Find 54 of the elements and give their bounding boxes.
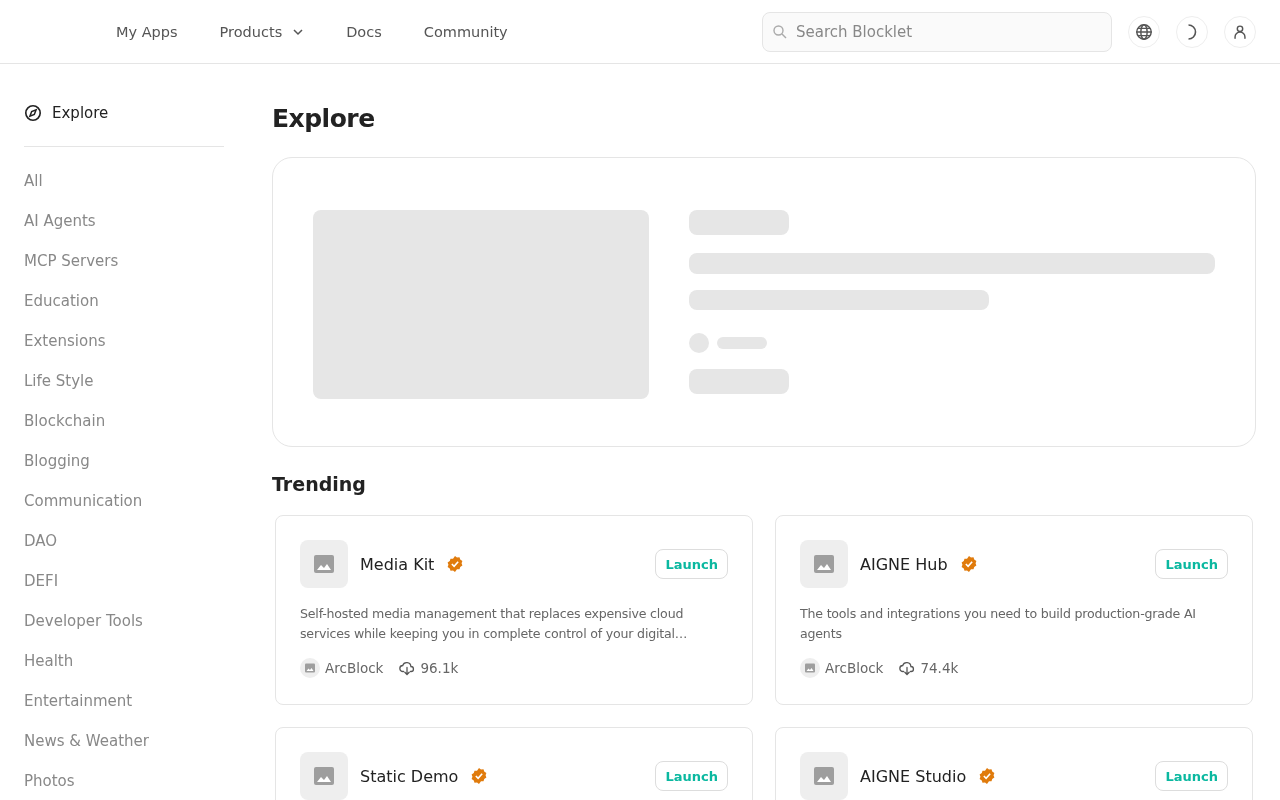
section-heading: Trending bbox=[272, 473, 367, 495]
app-description: Self-hosted media management that replaces expensive cloud services while keeping you in complete control of your digital… bbox=[300, 605, 689, 643]
category-item[interactable]: Entertainment bbox=[24, 681, 133, 721]
image-icon bbox=[812, 552, 836, 576]
category-item[interactable]: Life Style bbox=[24, 361, 94, 401]
image-icon bbox=[312, 764, 336, 788]
category-item[interactable]: AI Agents bbox=[24, 201, 96, 241]
search-icon bbox=[772, 23, 788, 40]
theme-button[interactable] bbox=[1176, 15, 1208, 48]
search-field[interactable]: Search Blocklet bbox=[762, 11, 1112, 52]
download-count: 96.1k bbox=[420, 660, 459, 676]
launch-button[interactable]: Launch bbox=[655, 761, 728, 791]
skeleton-block bbox=[717, 336, 767, 349]
download-count: 74.4k bbox=[920, 660, 959, 676]
category-item[interactable]: Extensions bbox=[24, 321, 106, 361]
page-title: Explore bbox=[272, 104, 376, 133]
category-item[interactable]: Communication bbox=[24, 481, 143, 521]
category-item[interactable]: Photos bbox=[24, 761, 75, 800]
image-icon bbox=[812, 764, 836, 788]
author-name: ArcBlock bbox=[325, 660, 384, 676]
category-item[interactable]: Education bbox=[24, 281, 99, 321]
nav-link[interactable]: Docs bbox=[346, 23, 382, 40]
category-item[interactable]: Blockchain bbox=[24, 401, 106, 441]
app-description: The tools and integrations you need to build production-grade AI agents bbox=[800, 605, 1197, 643]
launch-button[interactable]: Launch bbox=[1155, 761, 1228, 791]
skeleton-block bbox=[689, 332, 709, 353]
user-button[interactable] bbox=[1224, 15, 1256, 48]
download-icon bbox=[899, 660, 916, 676]
launch-button[interactable]: Launch bbox=[1155, 549, 1228, 579]
nav-link[interactable]: Community bbox=[423, 23, 508, 40]
category-item[interactable]: News & Weather bbox=[24, 721, 149, 761]
app-name: AIGNE Hub bbox=[860, 554, 948, 574]
category-item[interactable]: All bbox=[24, 161, 43, 201]
category-item[interactable]: MCP Servers bbox=[24, 241, 119, 281]
category-item[interactable]: Health bbox=[24, 641, 74, 681]
globe-icon bbox=[1135, 22, 1153, 41]
nav-link[interactable]: My Apps bbox=[116, 23, 178, 40]
moon-icon bbox=[1187, 23, 1197, 40]
compass-icon bbox=[24, 104, 42, 122]
category-item[interactable]: Developer Tools bbox=[24, 601, 143, 641]
sidebar-heading: Explore bbox=[52, 104, 109, 122]
download-icon bbox=[399, 660, 416, 676]
category-item[interactable]: DEFI bbox=[24, 561, 59, 601]
image-icon bbox=[312, 552, 336, 576]
category-item[interactable]: DAO bbox=[24, 521, 58, 561]
nav-dropdown[interactable]: Products bbox=[219, 23, 305, 40]
language-button[interactable] bbox=[1128, 15, 1160, 48]
launch-button[interactable]: Launch bbox=[655, 549, 728, 579]
app-name: Media Kit bbox=[360, 554, 435, 574]
app-name: AIGNE Studio bbox=[860, 766, 967, 786]
author-name: ArcBlock bbox=[825, 660, 884, 676]
user-icon bbox=[1231, 22, 1249, 41]
app-name: Static Demo bbox=[360, 766, 459, 786]
category-item[interactable]: Blogging bbox=[24, 441, 90, 481]
